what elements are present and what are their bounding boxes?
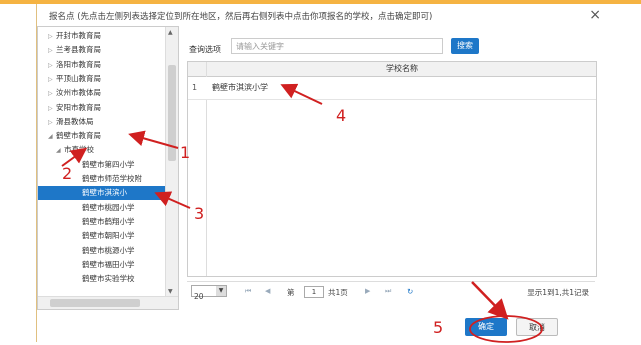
page-prefix: 第 [287,288,295,297]
tree-item-label: 鹤壁市淇滨小 [82,188,127,198]
page-size-value: 20 [194,292,204,301]
expand-arrow-icon[interactable]: ▷ [48,87,56,101]
tree-item[interactable]: 鹤壁市师范学校附 [82,172,142,186]
horizontal-scroll-thumb[interactable] [50,299,140,307]
column-header-school-name: 学校名称 [386,64,418,73]
tree-item-label: 鹤壁市师范学校附 [82,174,142,183]
annotation-label-4: 4 [336,106,347,125]
tree-item-label: 平顶山教育局 [56,73,101,83]
region-tree-panel[interactable]: ▷ 开封市教育局 ▷ 兰考县教育局 ▷ 洛阳市教育局 ▷ 平顶山教育局 ▷ 汝州市教体局 ▷ 安阳市教… [37,26,179,310]
query-label: 查询选项 [189,45,221,54]
tree-item-label: 鹤壁市第四小学 [82,159,135,169]
tree-item-label: 开封市教育局 [56,31,101,40]
tree-item-label: 安阳市教育局 [56,102,101,112]
tree-item-label: 洛阳市教育局 [56,59,101,69]
pagination-bar: 20 ▼ ⏮ ◀ 第 1 共1页 ▶ ⏭ ↻ 显示1到1,共1记录 [187,281,595,301]
tree-item[interactable]: ◢ 鹤壁市教育局 [48,129,101,143]
cancel-button[interactable]: 取消 [516,318,558,336]
expand-arrow-icon[interactable]: ▷ [48,30,56,44]
tree-item[interactable]: ▷ 洛阳市教育局 [48,58,101,72]
pagination-summary: 显示1到1,共1记录 [527,288,589,297]
tree-item-label: 市直学校 [64,145,94,155]
vertical-scrollbar[interactable]: ▲ ▼ [165,27,178,297]
tree-item[interactable]: ▷ 兰考县教育局 [48,43,101,57]
search-button[interactable]: 搜索 [451,38,479,54]
tree-item-label: 滑县教体局 [56,116,94,126]
tree-item[interactable]: 鹤壁市福田小学 [82,258,135,272]
tree-item-label: 兰考县教育局 [56,45,101,55]
school-name-cell[interactable]: 鹤壁市淇滨小学 [212,77,268,99]
tree-item[interactable]: ▷ 汝州市教体局 [48,86,101,100]
refresh-icon[interactable]: ↻ [407,287,413,296]
page-total: 共1页 [328,288,348,297]
tree-item-label: 鹤壁市实验学校 [82,274,135,284]
annotation-label-2: 2 [62,164,73,183]
annotation-label-3: 3 [194,204,205,223]
tree-item[interactable]: 鹤壁市鹤翔小学 [82,215,135,229]
tree-item-label: 鹤壁市鹤翔小学 [82,216,135,226]
tree-item[interactable]: ▷ 平顶山教育局 [48,72,101,86]
page-size-select[interactable]: 20 ▼ [191,285,227,301]
school-grid: 学校名称 1 鹤壁市淇滨小学 [187,61,597,277]
last-page-icon[interactable]: ⏭ [385,287,391,296]
close-icon[interactable]: × [589,7,601,23]
tree-item[interactable]: ▷ 安阳市教育局 [48,101,101,115]
expand-arrow-icon[interactable]: ▷ [48,44,56,58]
ok-button[interactable]: 确定 [465,318,507,336]
tree-item-label: 鹤壁市桃园小学 [82,202,135,212]
expand-arrow-icon[interactable]: ▷ [48,59,56,73]
scroll-up-icon[interactable]: ▲ [168,29,173,36]
tree-item-label: 鹤壁市桃源小学 [82,245,135,255]
scroll-down-icon[interactable]: ▼ [168,288,173,295]
row-number: 1 [192,83,198,92]
expand-arrow-icon[interactable]: ▷ [48,116,56,130]
tree-item[interactable]: ▷ 开封市教育局 [48,29,101,43]
collapse-arrow-icon[interactable]: ◢ [48,130,56,144]
tree-item-label: 鹤壁市朝阳小学 [82,231,135,241]
horizontal-scrollbar[interactable] [38,296,178,309]
annotation-label-1: 1 [180,143,191,162]
grid-header: 学校名称 [188,62,596,77]
search-input[interactable]: 请输入关键字 [231,38,443,54]
tree-item[interactable]: 鹤壁市朝阳小学 [82,229,135,243]
expand-arrow-icon[interactable]: ▷ [48,73,56,87]
tree-item[interactable]: 鹤壁市桃源小学 [82,244,135,258]
school-list-panel: 查询选项 请输入关键字 搜索 学校名称 1 鹤壁市淇滨小学 20 ▼ ⏮ ◀ 第… [185,34,597,304]
tree-item[interactable]: 鹤壁市桃园小学 [82,201,135,215]
school-select-dialog: 报名点 (先点击左侧列表选择定位到所在地区，然后再右侧列表中点击你项报名的学校，… [36,4,607,342]
dialog-title: 报名点 (先点击左侧列表选择定位到所在地区，然后再右侧列表中点击你项报名的学校，… [49,12,433,22]
tree-item-label: 汝州市教体局 [56,88,101,98]
prev-page-icon[interactable]: ◀ [265,287,270,295]
tree-item-label: 鹤壁市福田小学 [82,259,135,269]
vertical-scroll-thumb[interactable] [168,65,176,161]
page-number-input[interactable]: 1 [304,286,324,298]
chevron-down-icon[interactable]: ▼ [216,286,226,296]
tree-item[interactable]: ▷ 滑县教体局 [48,115,94,129]
tree-item[interactable]: 鹤壁市实验学校 [82,272,135,286]
tree-item[interactable]: ◢ 市直学校 [56,143,94,157]
collapse-arrow-icon[interactable]: ◢ [56,144,64,158]
table-row[interactable]: 1 鹤壁市淇滨小学 [188,77,596,100]
tree-item[interactable]: 鹤壁市淇滨小 [38,186,178,201]
next-page-icon[interactable]: ▶ [365,287,370,295]
expand-arrow-icon[interactable]: ▷ [48,102,56,116]
tree-item[interactable]: 鹤壁市第四小学 [82,158,135,172]
annotation-label-5: 5 [433,318,444,337]
tree-item-label: 鹤壁市教育局 [56,131,101,141]
first-page-icon[interactable]: ⏮ [245,287,251,296]
